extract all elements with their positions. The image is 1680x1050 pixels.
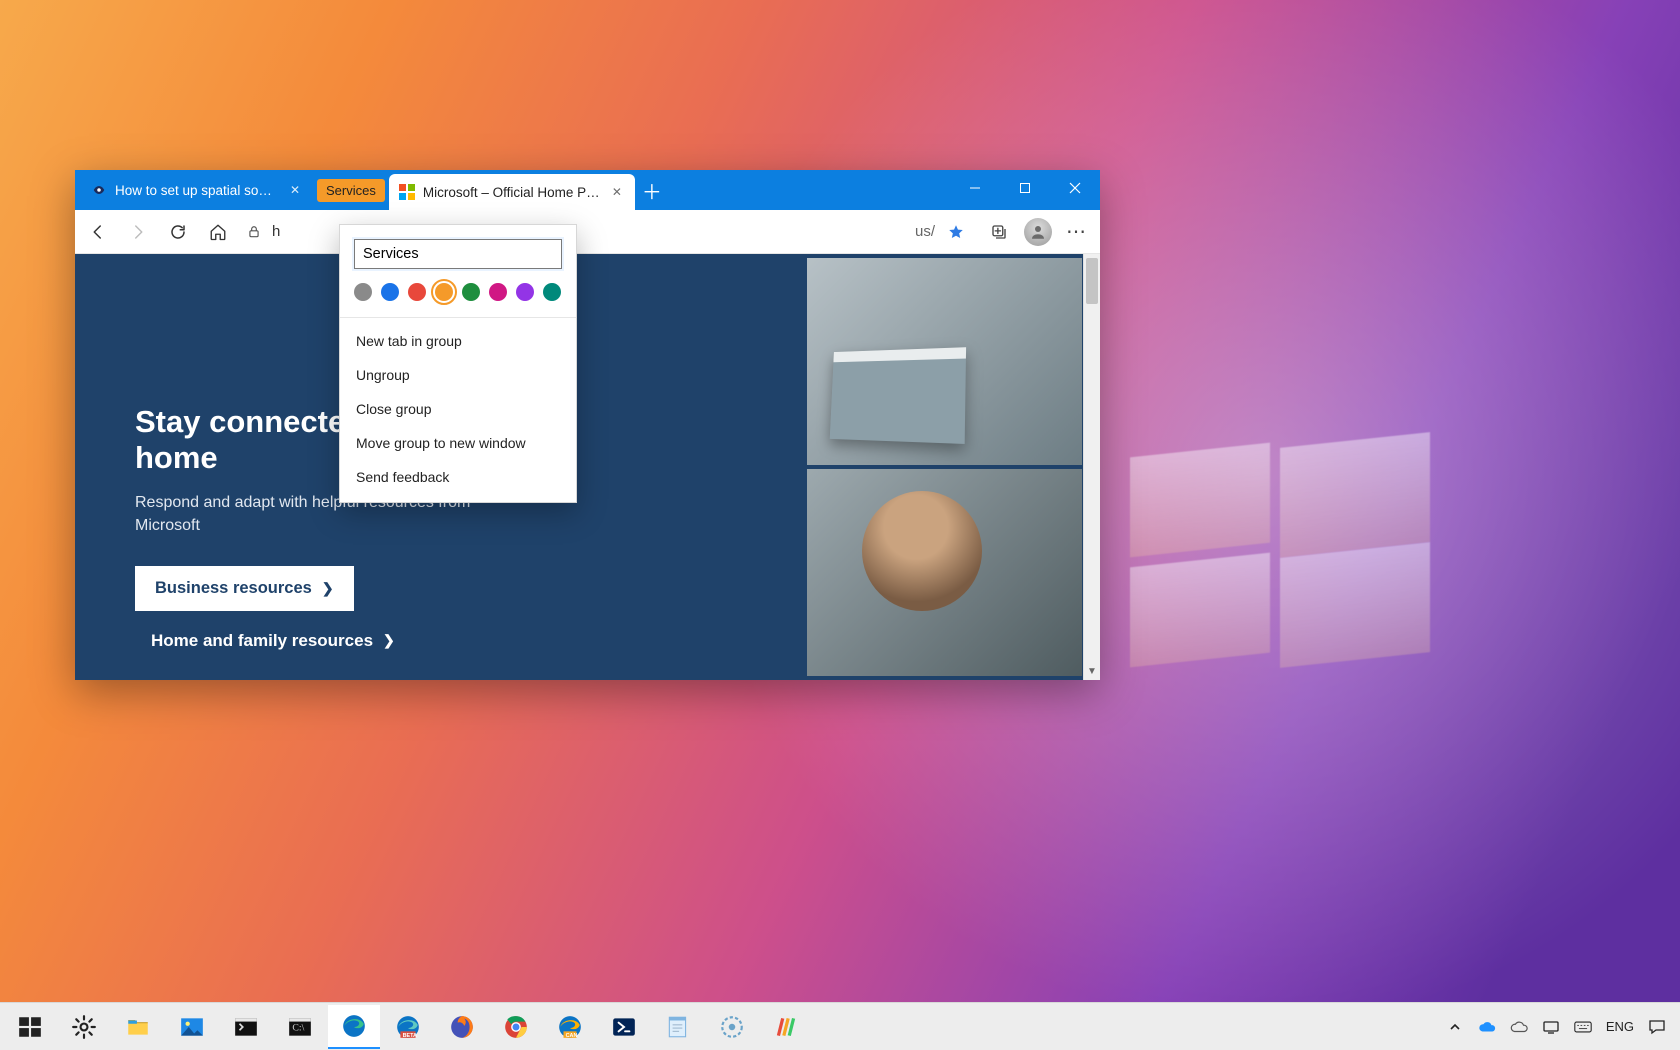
color-swatch-orange[interactable]: [435, 283, 453, 301]
tab-microsoft-home[interactable]: Microsoft – Official Home Page ✕: [389, 174, 635, 210]
tray-network-icon[interactable]: [1542, 1018, 1560, 1036]
svg-text:BETA: BETA: [403, 1032, 417, 1038]
home-button[interactable]: [199, 214, 237, 250]
taskbar-edge-beta[interactable]: BETA: [382, 1005, 434, 1049]
tab-spatial-sound[interactable]: How to set up spatial sound with ✕: [81, 170, 313, 210]
tab-group-name-input[interactable]: [354, 239, 562, 269]
tray-language[interactable]: ENG: [1606, 1019, 1634, 1034]
edge-browser-window: How to set up spatial sound with ✕ Servi…: [75, 170, 1100, 680]
business-resources-button[interactable]: Business resources ❯: [135, 566, 354, 611]
color-swatch-blue[interactable]: [381, 283, 399, 301]
vertical-scrollbar[interactable]: ▲ ▼: [1083, 254, 1100, 680]
back-button[interactable]: [79, 214, 117, 250]
microsoft-favicon: [399, 184, 415, 200]
color-swatch-purple[interactable]: [516, 283, 534, 301]
tab-group-context-menu: New tab in group Ungroup Close group Mov…: [339, 224, 577, 503]
tab-group-pill[interactable]: Services: [317, 179, 385, 202]
taskbar-edge-canary[interactable]: CAN: [544, 1005, 596, 1049]
taskbar-file-explorer[interactable]: [112, 1005, 164, 1049]
tab-strip: How to set up spatial sound with ✕ Servi…: [75, 170, 1100, 210]
svg-text:CAN: CAN: [566, 1032, 578, 1038]
menu-close-group[interactable]: Close group: [340, 392, 576, 426]
home-family-resources-link[interactable]: Home and family resources ❯: [151, 631, 475, 651]
hero-image-phone: [807, 469, 1082, 676]
chevron-right-icon: ❯: [322, 580, 334, 597]
toolbar: h us/ ⋯: [75, 210, 1100, 254]
taskbar-app-stripes[interactable]: [760, 1005, 812, 1049]
taskbar-firefox[interactable]: [436, 1005, 488, 1049]
tab-title: Microsoft – Official Home Page: [423, 185, 601, 200]
taskbar-powershell[interactable]: [598, 1005, 650, 1049]
taskbar-notepad[interactable]: [652, 1005, 704, 1049]
tray-action-center-icon[interactable]: [1648, 1018, 1666, 1036]
minimize-button[interactable]: [950, 170, 1000, 206]
color-swatch-teal[interactable]: [543, 283, 561, 301]
hero-image-collage: [807, 254, 1082, 680]
windows-logo-watermark: [1130, 450, 1430, 670]
settings-menu-button[interactable]: ⋯: [1058, 214, 1096, 250]
profile-avatar[interactable]: [1024, 218, 1052, 246]
color-swatch-red[interactable]: [408, 283, 426, 301]
lock-icon: [242, 225, 266, 239]
page-content: Stay connected at home Respond and adapt…: [75, 254, 1100, 680]
taskbar-cmd[interactable]: C:\: [274, 1005, 326, 1049]
tray-overflow-icon[interactable]: [1446, 1018, 1464, 1036]
color-swatches: [340, 283, 576, 315]
forward-button[interactable]: [119, 214, 157, 250]
taskbar-settings[interactable]: [58, 1005, 110, 1049]
taskbar-edge[interactable]: [328, 1005, 380, 1049]
menu-new-tab-in-group[interactable]: New tab in group: [340, 324, 576, 358]
menu-send-feedback[interactable]: Send feedback: [340, 460, 576, 494]
menu-ungroup[interactable]: Ungroup: [340, 358, 576, 392]
maximize-button[interactable]: [1000, 170, 1050, 206]
taskbar: C:\ BETA CAN: [0, 1002, 1680, 1050]
url-text-right: us/: [915, 223, 935, 240]
color-swatch-grey[interactable]: [354, 283, 372, 301]
menu-move-group-new-window[interactable]: Move group to new window: [340, 426, 576, 460]
scroll-down-icon[interactable]: ▼: [1084, 663, 1100, 680]
tab-close-icon[interactable]: ✕: [287, 182, 303, 198]
tab-close-icon[interactable]: ✕: [609, 184, 625, 200]
tray-onedrive2-icon[interactable]: [1510, 1018, 1528, 1036]
url-text-left: h: [272, 223, 284, 240]
chevron-right-icon: ❯: [383, 632, 395, 649]
hero-image-laptop: [807, 258, 1082, 465]
collections-button[interactable]: [980, 214, 1018, 250]
taskbar-app-gear[interactable]: [706, 1005, 758, 1049]
tray-keyboard-icon[interactable]: [1574, 1018, 1592, 1036]
scroll-thumb[interactable]: [1086, 258, 1098, 304]
close-button[interactable]: [1050, 170, 1100, 206]
favorite-star-icon[interactable]: [941, 223, 971, 241]
tab-title: How to set up spatial sound with: [115, 183, 279, 198]
start-button[interactable]: [4, 1005, 56, 1049]
system-tray: ENG: [1446, 1018, 1676, 1036]
new-tab-button[interactable]: ＋: [635, 170, 669, 210]
color-swatch-green[interactable]: [462, 283, 480, 301]
refresh-button[interactable]: [159, 214, 197, 250]
taskbar-photos[interactable]: [166, 1005, 218, 1049]
color-swatch-pink[interactable]: [489, 283, 507, 301]
tray-onedrive-icon[interactable]: [1478, 1018, 1496, 1036]
window-controls: [950, 170, 1100, 206]
taskbar-terminal[interactable]: [220, 1005, 272, 1049]
desktop: How to set up spatial sound with ✕ Servi…: [0, 0, 1680, 1050]
taskbar-chrome[interactable]: [490, 1005, 542, 1049]
taskbar-pinned: C:\ BETA CAN: [4, 1005, 812, 1049]
site-favicon: [91, 182, 107, 198]
svg-text:C:\: C:\: [292, 1022, 304, 1033]
